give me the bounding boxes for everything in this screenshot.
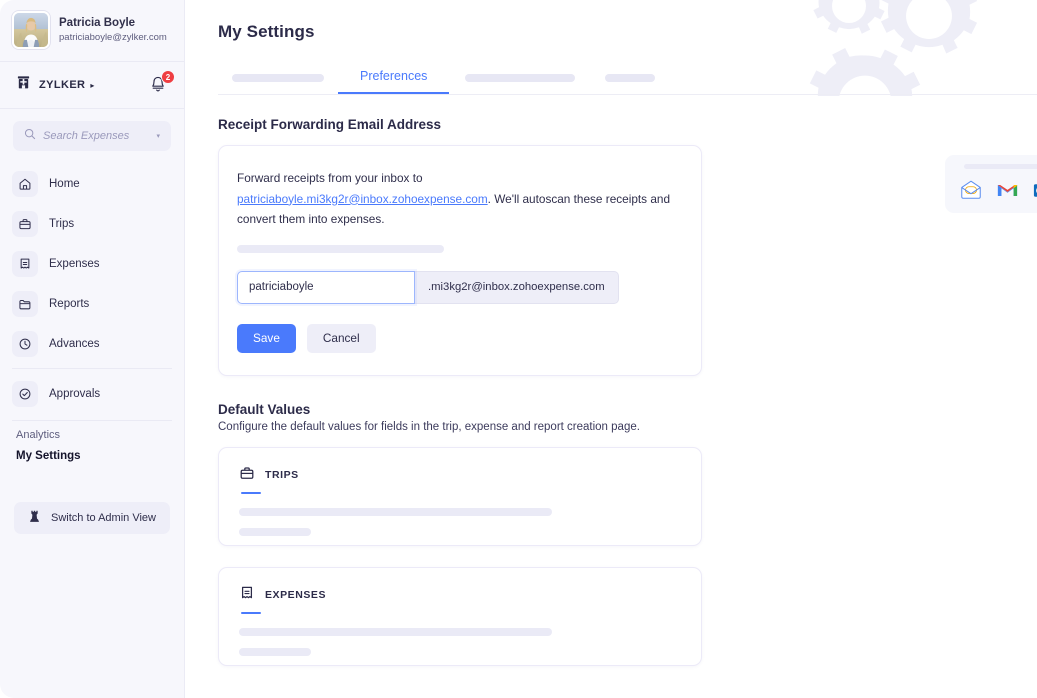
card-header: EXPENSES (239, 585, 681, 606)
email-field-group: .mi3kg2r@inbox.zohoexpense.com (237, 271, 605, 304)
chevron-right-icon: ▸ (90, 81, 94, 90)
card-header: TRIPS (239, 465, 681, 486)
sidebar-item-my-settings[interactable]: My Settings (16, 450, 172, 462)
default-values-card-trips[interactable]: TRIPS (218, 447, 702, 546)
tab-placeholder-bar (465, 74, 575, 82)
receipt-icon (12, 251, 38, 277)
email-providers-panel (945, 155, 1037, 213)
admin-button-label: Switch to Admin View (51, 512, 156, 524)
receipt-description-before: Forward receipts from your inbox to (237, 171, 423, 185)
form-actions: Save Cancel (237, 324, 677, 353)
sidebar-item-label: Approvals (49, 388, 100, 400)
chevron-down-icon: ▾ (156, 132, 160, 140)
default-values-card-expenses[interactable]: EXPENSES (218, 567, 702, 666)
search-placeholder: Search Expenses (43, 130, 149, 142)
tab-placeholder-bar (605, 74, 655, 82)
admin-button-container: Switch to Admin View (0, 462, 184, 534)
provider-icons (957, 178, 1037, 207)
receipt-forwarding-card: Forward receipts from your inbox to patr… (218, 145, 702, 376)
sidebar-item-approvals[interactable]: Approvals (12, 375, 172, 413)
outlook-icon[interactable] (1032, 179, 1037, 207)
receipt-section-title: Receipt Forwarding Email Address (218, 117, 1037, 132)
folder-icon (12, 291, 38, 317)
profile-name: Patricia Boyle (59, 16, 167, 31)
sidebar-item-analytics[interactable]: Analytics (16, 429, 172, 450)
receipt-description: Forward receipts from your inbox to patr… (237, 168, 677, 230)
check-circle-icon (12, 381, 38, 407)
placeholder-bar (239, 628, 552, 636)
clock-icon (12, 331, 38, 357)
tab-placeholder-3[interactable] (591, 62, 669, 94)
org-row: ZYLKER ▸ 2 (0, 62, 184, 109)
sidebar-sections: Analytics My Settings (0, 421, 184, 462)
page-title: My Settings (218, 22, 1037, 42)
tab-preferences[interactable]: Preferences (338, 60, 449, 94)
tab-bar: Preferences (218, 60, 1037, 95)
chess-rook-icon (28, 509, 41, 528)
card-label: TRIPS (265, 469, 299, 481)
switch-to-admin-view-button[interactable]: Switch to Admin View (14, 502, 170, 534)
sidebar-item-label: Advances (49, 338, 100, 350)
avatar (12, 11, 50, 49)
email-domain-suffix: .mi3kg2r@inbox.zohoexpense.com (415, 271, 619, 304)
sidebar-item-expenses[interactable]: Expenses (12, 245, 172, 283)
briefcase-icon (12, 211, 38, 237)
tab-placeholder-bar (232, 74, 324, 82)
building-icon (16, 75, 31, 95)
user-profile[interactable]: Patricia Boyle patriciaboyle@zylker.com (0, 0, 184, 62)
sidebar-item-label: Expenses (49, 258, 100, 270)
sidebar-item-label: Home (49, 178, 80, 190)
sidebar-item-trips[interactable]: Trips (12, 205, 172, 243)
tab-placeholder-1[interactable] (218, 62, 338, 94)
briefcase-icon (239, 465, 255, 486)
page-header: My Settings Preferences (185, 0, 1037, 95)
forwarding-email-link[interactable]: patriciaboyle.mi3kg2r@inbox.zohoexpense.… (237, 192, 488, 206)
card-placeholders (239, 508, 681, 536)
search-container: Search Expenses ▾ (0, 109, 184, 161)
card-underline (241, 492, 261, 495)
sidebar-nav: Home Trips (0, 161, 184, 415)
search-input[interactable]: Search Expenses ▾ (13, 121, 171, 151)
sidebar-item-label: Trips (49, 218, 74, 230)
envelope-icon[interactable] (959, 178, 983, 207)
placeholder-bar (239, 528, 311, 536)
default-values-title: Default Values (218, 402, 1037, 417)
sidebar-item-home[interactable]: Home (12, 165, 172, 203)
gmail-icon[interactable] (996, 179, 1019, 207)
notifications-button[interactable]: 2 (148, 74, 170, 96)
cancel-button[interactable]: Cancel (307, 324, 376, 353)
card-underline (241, 612, 261, 615)
providers-placeholder-bar (964, 164, 1037, 169)
card-placeholders (239, 628, 681, 656)
receipt-icon (239, 585, 255, 606)
tab-placeholder-2[interactable] (449, 62, 591, 94)
placeholder-bar (239, 508, 552, 516)
sidebar-item-advances[interactable]: Advances (12, 325, 172, 363)
main-content: My Settings Preferences Receipt Forwardi… (185, 0, 1037, 698)
sidebar: Patricia Boyle patriciaboyle@zylker.com … (0, 0, 185, 698)
home-icon (12, 171, 38, 197)
org-selector[interactable]: ZYLKER ▸ (16, 75, 94, 95)
profile-email: patriciaboyle@zylker.com (59, 31, 167, 45)
save-button[interactable]: Save (237, 324, 296, 353)
placeholder-bar (239, 648, 311, 656)
settings-content: Receipt Forwarding Email Address Forward… (185, 95, 1037, 679)
receipt-placeholder-bar (237, 245, 444, 253)
forwarding-email-input[interactable] (237, 271, 415, 304)
sidebar-item-reports[interactable]: Reports (12, 285, 172, 323)
nav-divider (12, 368, 172, 369)
card-label: EXPENSES (265, 589, 326, 601)
org-name: ZYLKER (39, 79, 85, 91)
default-values-subtitle: Configure the default values for fields … (218, 421, 1037, 433)
sidebar-item-label: Reports (49, 298, 89, 310)
search-icon (24, 127, 36, 145)
notification-badge: 2 (161, 70, 175, 84)
app-window: Patricia Boyle patriciaboyle@zylker.com … (0, 0, 1037, 698)
